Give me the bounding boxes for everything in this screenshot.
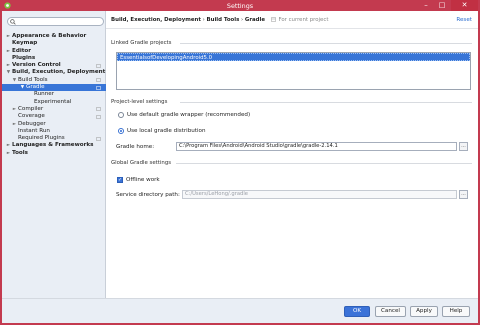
sidebar-item-label: Gradle: [26, 84, 45, 91]
collapsed-arrow-icon[interactable]: ►: [6, 48, 11, 55]
sidebar-item-label: Languages & Frameworks: [12, 142, 94, 149]
breadcrumb-part-3: Gradle: [244, 17, 265, 23]
help-button[interactable]: Help: [442, 306, 470, 317]
breadcrumb-separator: ›: [202, 17, 205, 23]
linked-project-row[interactable]: EssentialsofDevelopingAndroid5.0: [117, 53, 470, 61]
sidebar-item-tools[interactable]: ► Tools: [2, 150, 106, 157]
search-box[interactable]: [7, 17, 104, 26]
minimize-button[interactable]: –: [418, 0, 434, 11]
collapsed-arrow-icon[interactable]: ►: [6, 142, 11, 149]
sidebar-item-label: Required Plugins: [18, 135, 65, 142]
sidebar-item-version-control[interactable]: ► Version Control: [2, 62, 106, 69]
sidebar-item-label: Version Control: [12, 62, 61, 69]
project-settings-icon: [96, 107, 101, 112]
title-bar: Settings – □ ✕: [0, 0, 480, 11]
header-divider: [106, 28, 478, 29]
reset-link[interactable]: Reset: [456, 17, 472, 23]
sidebar-item-label: Tools: [12, 149, 29, 156]
default-wrapper-label[interactable]: Use default gradle wrapper (recommended): [127, 112, 250, 118]
project-settings-icon: [96, 63, 101, 68]
sidebar-item-compiler[interactable]: ► Compiler: [2, 106, 106, 113]
sidebar-item-label: Compiler: [18, 105, 44, 112]
breadcrumb: Build, Execution, Deployment › Build Too…: [111, 17, 328, 23]
cancel-button[interactable]: Cancel: [375, 306, 406, 317]
sidebar-item-label: Keymap: [12, 40, 38, 47]
sidebar-item-label: Coverage: [18, 113, 45, 120]
gradle-home-browse-button[interactable]: ...: [459, 142, 468, 151]
sidebar-item-label: Build Tools: [18, 76, 48, 83]
sidebar-item-gradle[interactable]: ▼ Gradle: [2, 84, 106, 92]
sidebar-item-label: Instant Run: [18, 127, 50, 134]
collapsed-arrow-icon[interactable]: ►: [6, 150, 11, 157]
sidebar-item-required-plugins[interactable]: Required Plugins: [2, 135, 106, 142]
expanded-arrow-icon[interactable]: ▼: [6, 69, 11, 76]
local-distribution-radio[interactable]: [118, 128, 124, 134]
collapsed-arrow-icon[interactable]: ►: [12, 106, 17, 113]
offline-work-label[interactable]: Offline work: [126, 177, 160, 183]
settings-tree: ► Appearance & Behavior Keymap ► Editor Plugi…: [2, 33, 106, 157]
project-settings-icon: [96, 78, 101, 83]
search-input[interactable]: [18, 18, 98, 25]
sidebar-item-appearance-behavior[interactable]: ► Appearance & Behavior: [2, 33, 106, 40]
gradle-home-field[interactable]: C:\Program Files\Android\Android Studio\…: [176, 142, 457, 151]
expanded-arrow-icon[interactable]: ▼: [12, 77, 17, 84]
sidebar-item-label: Experimental: [34, 98, 72, 105]
main-panel: Build, Execution, Deployment › Build Too…: [106, 11, 478, 298]
project-settings-icon: [96, 136, 101, 141]
window-title: Settings: [226, 1, 254, 10]
sidebar-item-label: Debugger: [18, 120, 46, 127]
linked-projects-list[interactable]: EssentialsofDevelopingAndroid5.0: [116, 52, 471, 90]
sidebar-item-experimental[interactable]: Experimental: [2, 99, 106, 106]
sidebar-item-editor[interactable]: ► Editor: [2, 48, 106, 55]
project-scope-icon: [270, 17, 276, 22]
settings-sidebar: ► Appearance & Behavior Keymap ► Editor Plugi…: [2, 11, 106, 309]
sidebar-item-languages-frameworks[interactable]: ► Languages & Frameworks: [2, 142, 106, 149]
sidebar-item-coverage[interactable]: Coverage: [2, 113, 106, 120]
section-divider: [176, 163, 472, 164]
sidebar-item-label: Runner: [34, 91, 55, 98]
section-divider: [180, 43, 472, 44]
breadcrumb-part-2: Build Tools: [206, 17, 240, 23]
sidebar-item-label: Plugins: [12, 54, 36, 61]
dialog-footer: OK Cancel Apply Help: [2, 298, 478, 323]
collapsed-arrow-icon[interactable]: ►: [12, 121, 17, 128]
sidebar-item-runner[interactable]: Runner: [2, 91, 106, 98]
service-directory-label: Service directory path:: [116, 192, 180, 198]
search-icon: [10, 19, 16, 25]
sidebar-item-label: Appearance & Behavior: [12, 33, 87, 39]
project-settings-icon: [96, 85, 101, 90]
sidebar-item-build-execution-deployment[interactable]: ▼ Build, Execution, Deployment: [2, 69, 106, 76]
sidebar-item-keymap[interactable]: Keymap: [2, 40, 106, 47]
sidebar-item-plugins[interactable]: Plugins: [2, 55, 106, 62]
linked-projects-title: Linked Gradle projects: [111, 40, 172, 46]
local-distribution-label[interactable]: Use local gradle distribution: [127, 128, 206, 134]
expanded-arrow-icon[interactable]: ▼: [20, 84, 25, 91]
project-settings-icon: [96, 115, 101, 119]
sidebar-item-instant-run[interactable]: Instant Run: [2, 128, 106, 135]
offline-work-checkbox[interactable]: ✓: [117, 177, 123, 183]
collapsed-arrow-icon[interactable]: ►: [6, 33, 11, 40]
project-scope-label: For current project: [278, 17, 329, 23]
section-divider: [180, 102, 472, 103]
apply-button[interactable]: Apply: [410, 306, 438, 317]
global-settings-title: Global Gradle settings: [111, 160, 172, 166]
default-wrapper-radio[interactable]: [118, 112, 124, 118]
service-directory-browse-button[interactable]: ...: [459, 190, 468, 199]
sidebar-item-build-tools[interactable]: ▼ Build Tools: [2, 77, 106, 84]
sidebar-item-label: Build, Execution, Deployment: [12, 69, 106, 76]
service-directory-field[interactable]: C:/Users/LeHong/.gradle: [182, 190, 457, 199]
sidebar-item-debugger[interactable]: ► Debugger: [2, 121, 106, 128]
sidebar-item-label: Editor: [12, 47, 32, 54]
breadcrumb-part-1: Build, Execution, Deployment: [111, 17, 201, 23]
close-button[interactable]: ✕: [451, 0, 478, 11]
collapsed-arrow-icon[interactable]: ►: [6, 62, 11, 69]
gradle-home-label: Gradle home:: [116, 144, 155, 150]
ok-button[interactable]: OK: [344, 306, 370, 317]
maximize-button[interactable]: □: [434, 0, 450, 11]
breadcrumb-separator: ›: [241, 17, 244, 23]
project-settings-title: Project-level settings: [111, 99, 168, 105]
